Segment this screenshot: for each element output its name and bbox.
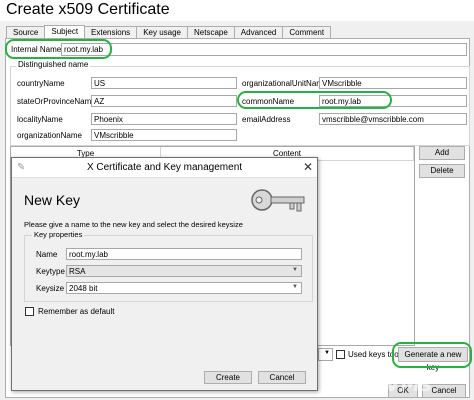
keytype-label: Keytype	[36, 267, 65, 276]
dialog-cancel-button[interactable]: Cancel	[258, 371, 306, 384]
dialog-description: Please give a name to the new key and se…	[24, 220, 243, 229]
country-label: countryName	[17, 79, 65, 88]
highlight-generate-key	[392, 342, 472, 368]
dn-group-title: Distinguished name	[16, 60, 91, 69]
locality-field[interactable]: Phoenix	[91, 113, 237, 125]
remember-default-checkbox[interactable]	[25, 307, 34, 316]
dialog-title: X Certificate and Key management	[86, 162, 243, 173]
state-field[interactable]: AZ	[91, 95, 237, 107]
keytype-value: RSA	[69, 267, 86, 276]
org-label: organizationName	[17, 131, 82, 140]
remember-default-label: Remember as default	[38, 307, 115, 316]
new-key-dialog: ✎ X Certificate and Key management ✕ New…	[11, 157, 318, 391]
watermark-logo: VMs	[385, 372, 432, 396]
keysize-label: Keysize	[36, 284, 65, 293]
dialog-titlebar: ✎ X Certificate and Key management ✕	[12, 158, 317, 178]
org-field[interactable]: VMscribble	[91, 129, 237, 141]
chevron-down-icon: ▼	[292, 267, 298, 273]
used-keys-checkbox[interactable]	[336, 350, 345, 359]
internal-name-field[interactable]: root.my.lab	[61, 43, 467, 56]
country-field[interactable]: US	[91, 77, 237, 89]
watermark: VMs	[385, 370, 465, 400]
keytype-select[interactable]: RSA ▼	[66, 265, 302, 277]
email-field[interactable]: vmscribble@vmscribble.com	[319, 113, 467, 125]
svg-text:VMs: VMs	[385, 372, 432, 396]
close-icon[interactable]: ✕	[303, 160, 313, 174]
key-icon	[251, 189, 305, 212]
add-button[interactable]: Add	[419, 146, 465, 160]
email-label: emailAddress	[242, 115, 291, 124]
keysize-value: 2048 bit	[69, 284, 98, 293]
delete-button[interactable]: Delete	[419, 164, 465, 178]
create-button[interactable]: Create	[204, 371, 252, 384]
locality-label: localityName	[17, 115, 63, 124]
state-label: stateOrProvinceName	[17, 97, 96, 106]
dialog-heading: New Key	[24, 192, 81, 208]
key-name-label: Name	[36, 250, 58, 259]
window-title: Create x509 Certificate	[0, 0, 474, 21]
chevron-down-icon: ▼	[292, 284, 298, 290]
ou-field[interactable]: VMscribble	[319, 77, 467, 89]
key-properties-title: Key properties	[32, 230, 85, 239]
keysize-combo[interactable]: 2048 bit ▼	[66, 282, 302, 294]
key-select-stub[interactable]: ▼	[318, 348, 333, 361]
ou-label: organizationalUnitName	[242, 79, 328, 88]
key-name-field[interactable]: root.my.lab	[66, 248, 302, 260]
highlight-common-name	[237, 91, 392, 109]
highlight-internal-name	[5, 39, 112, 59]
tab-subject[interactable]: Subject	[44, 25, 86, 39]
